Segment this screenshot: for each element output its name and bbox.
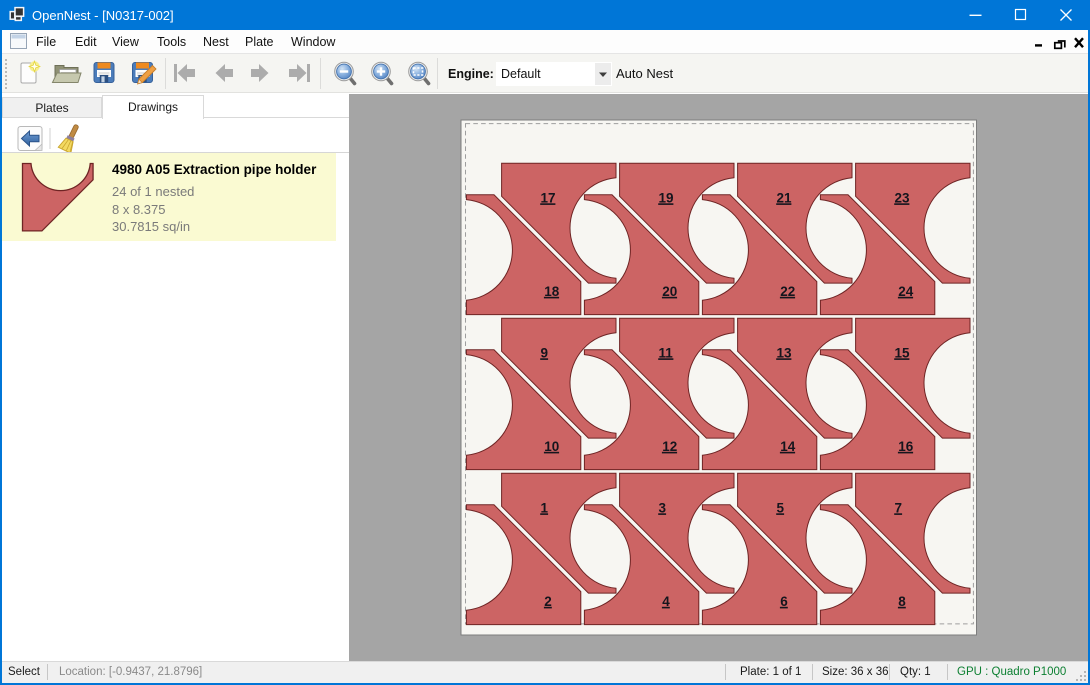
svg-text:20: 20 [662, 284, 677, 299]
svg-text:13: 13 [777, 345, 793, 360]
svg-text:8: 8 [898, 594, 906, 609]
svg-text:15: 15 [895, 345, 911, 360]
svg-text:9: 9 [541, 345, 549, 360]
svg-text:11: 11 [659, 345, 674, 360]
svg-text:19: 19 [659, 190, 674, 205]
svg-text:12: 12 [662, 439, 677, 454]
svg-text:10: 10 [544, 439, 559, 454]
svg-text:16: 16 [898, 439, 914, 454]
svg-text:21: 21 [777, 190, 793, 205]
svg-text:14: 14 [780, 439, 796, 454]
svg-text:17: 17 [541, 190, 556, 205]
svg-text:5: 5 [777, 500, 785, 515]
svg-text:23: 23 [895, 190, 911, 205]
svg-text:22: 22 [780, 284, 795, 299]
svg-text:24: 24 [898, 284, 914, 299]
svg-text:3: 3 [659, 500, 667, 515]
svg-text:1: 1 [541, 500, 549, 515]
svg-text:2: 2 [544, 594, 552, 609]
svg-text:7: 7 [895, 500, 903, 515]
svg-text:18: 18 [544, 284, 560, 299]
svg-text:4: 4 [662, 594, 670, 609]
svg-text:6: 6 [780, 594, 788, 609]
